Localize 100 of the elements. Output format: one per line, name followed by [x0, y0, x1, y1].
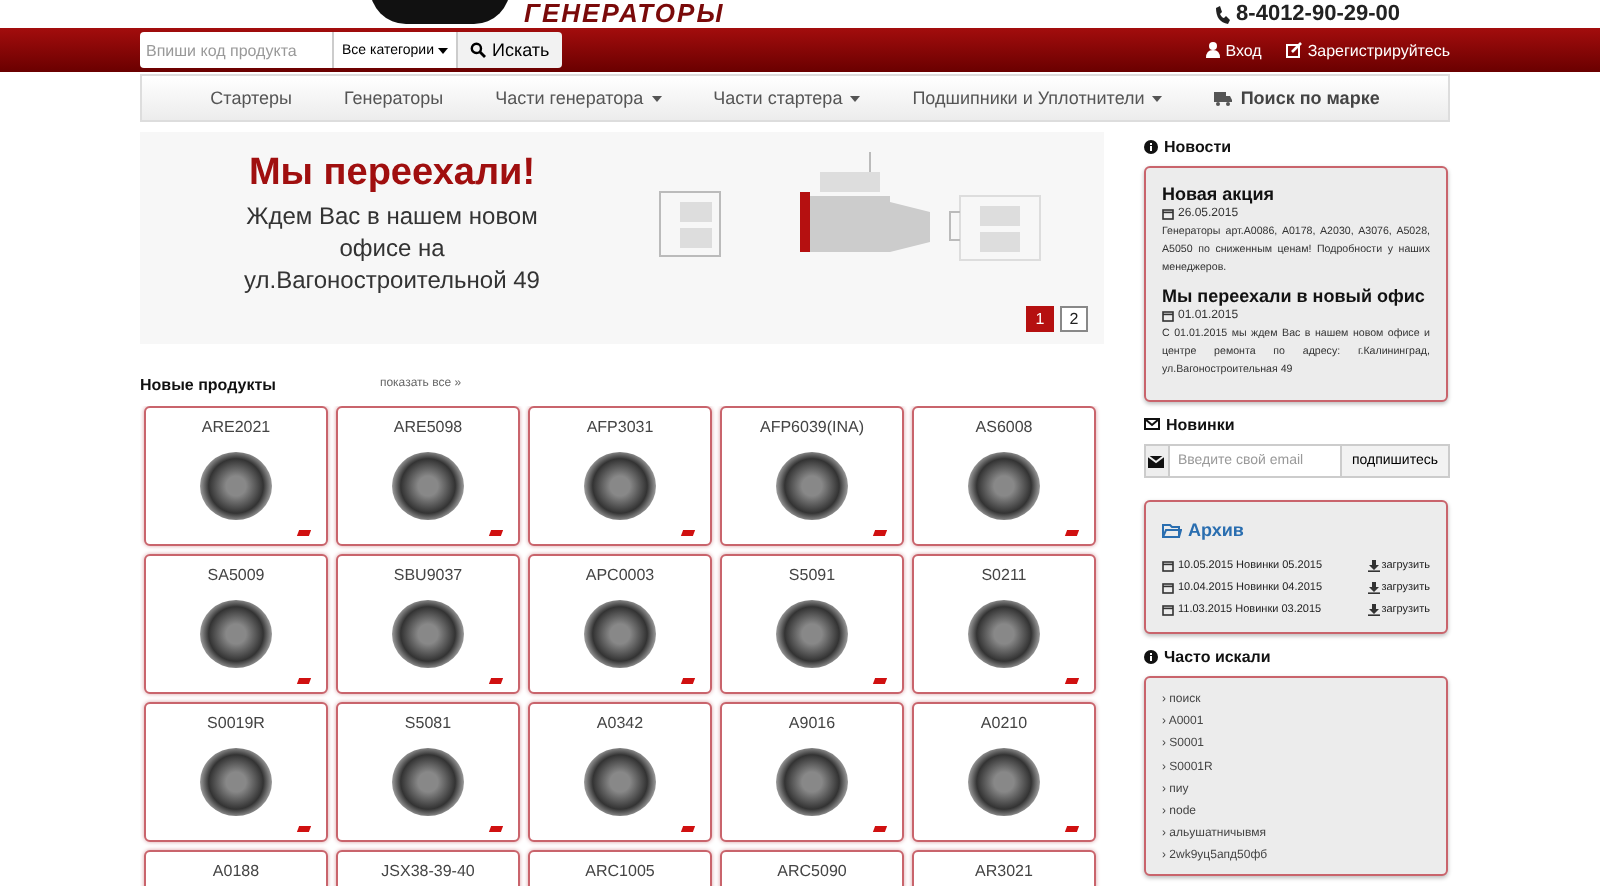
product-code: A0188 [212, 862, 260, 880]
download-icon [1367, 603, 1380, 615]
calendar-icon [1162, 208, 1174, 220]
archive-title: Архив [1188, 520, 1244, 540]
nav-link[interactable]: Стартеры [184, 88, 319, 108]
photo-placeholder [584, 748, 656, 816]
phone-number: 8-4012-90-29-00 [1236, 0, 1400, 28]
download-icon [1367, 581, 1380, 593]
product-code: S5081 [404, 714, 452, 732]
news-title: Мы переехали в новый офис [1162, 286, 1427, 306]
section-title: Новые продукты [140, 375, 276, 393]
product-code: A9016 [788, 714, 836, 732]
brand-logo-icon [296, 678, 312, 684]
user-icon [1205, 42, 1220, 58]
section-title: Часто искали [1164, 647, 1271, 665]
brand-logo-icon [1064, 678, 1080, 684]
photo-placeholder [968, 748, 1040, 816]
photo-placeholder [392, 748, 464, 816]
info-icon [1144, 139, 1158, 153]
download-icon [1367, 559, 1380, 571]
product-code: APC0003 [585, 566, 655, 584]
product-card[interactable]: A0188 [144, 850, 328, 886]
photo-placeholder [776, 452, 848, 520]
product-card[interactable]: S0019R [144, 702, 328, 842]
product-code: A0342 [596, 714, 644, 732]
product-card[interactable]: A0342 [528, 702, 712, 842]
brand-logo-icon [488, 678, 504, 684]
photo-placeholder [776, 748, 848, 816]
photo-placeholder [968, 600, 1040, 668]
photo-placeholder [584, 600, 656, 668]
brand-logo-icon [1064, 530, 1080, 536]
photo-placeholder [200, 452, 272, 520]
product-card[interactable]: AR3021 [912, 850, 1096, 886]
logo-text: ГЕНЕРАТОРЫ [524, 0, 725, 28]
nav-link[interactable]: Поиск по марке [1188, 88, 1406, 108]
photo-placeholder [200, 748, 272, 816]
product-code: AFP3031 [586, 418, 654, 436]
product-card[interactable]: SA5009 [144, 554, 328, 694]
section-title: Новости [1164, 137, 1232, 155]
section-title: Новинки [1166, 415, 1235, 433]
nav-link[interactable]: Генераторы [318, 88, 470, 108]
photo-placeholder [584, 452, 656, 520]
caret-icon [438, 47, 448, 53]
brand-logo-icon [680, 678, 696, 684]
edit-icon [1285, 42, 1302, 58]
product-card[interactable]: ARE2021 [144, 406, 328, 546]
register-link[interactable]: Зарегистрируйтесь [1285, 41, 1450, 59]
product-card[interactable]: S5091 [720, 554, 904, 694]
product-card[interactable]: ARC1005 [528, 850, 712, 886]
product-code: ARE5098 [393, 418, 463, 436]
photo-placeholder [392, 452, 464, 520]
brand-logo-icon [872, 678, 888, 684]
product-card[interactable]: JSX38-39-40 [336, 850, 520, 886]
product-code: SA5009 [207, 566, 265, 584]
nav-link[interactable]: Части стартера [687, 88, 887, 108]
nav-link[interactable]: Подшипники и Уплотнители [886, 88, 1189, 108]
search-button[interactable]: Искать [456, 32, 562, 68]
photo-placeholder [776, 600, 848, 668]
product-code: ARC5090 [777, 862, 847, 880]
product-card[interactable]: APC0003 [528, 554, 712, 694]
product-code: AR3021 [975, 862, 1033, 880]
banner-text: Ждем Вас в нашем новом офисе на ул.Вагоностроительной 49 [242, 200, 542, 296]
product-card[interactable]: A0210 [912, 702, 1096, 842]
product-card[interactable]: SBU9037 [336, 554, 520, 694]
info-icon [1144, 649, 1158, 663]
product-card[interactable]: AS6008 [912, 406, 1096, 546]
product-code: ARC1005 [585, 862, 655, 880]
banner-title: Мы переехали! [248, 152, 536, 196]
brand-logo-icon [680, 826, 696, 832]
product-code: AS6008 [975, 418, 1033, 436]
page-button[interactable]: 2 [1060, 306, 1088, 332]
product-card[interactable]: S5081 [336, 702, 520, 842]
product-code: S5091 [788, 566, 836, 584]
folder-icon [1162, 523, 1182, 537]
calendar-icon [1162, 581, 1174, 593]
search-field[interactable]: Впиши код продукта [140, 32, 332, 68]
product-card[interactable]: ARC5090 [720, 850, 904, 886]
brand-logo-icon [488, 530, 504, 536]
login-link[interactable]: Вход [1205, 41, 1262, 59]
product-code: S0211 [981, 566, 1027, 584]
brand-logo-icon [296, 826, 312, 832]
product-card[interactable]: AFP6039(INA) [720, 406, 904, 546]
photo-placeholder [968, 452, 1040, 520]
phone-icon [1214, 5, 1231, 23]
product-code: S0019R [207, 714, 265, 732]
product-card[interactable]: S0211 [912, 554, 1096, 694]
product-code: ARE2021 [201, 418, 271, 436]
product-card[interactable]: AFP3031 [528, 406, 712, 546]
page-button[interactable]: 1 [1026, 306, 1054, 332]
brand-logo-icon [680, 530, 696, 536]
photo-placeholder [392, 600, 464, 668]
product-code: AFP6039(INA) [759, 418, 865, 436]
nav-link[interactable]: Части генератора [469, 88, 688, 108]
product-code: SBU9037 [393, 566, 463, 584]
photo-placeholder [200, 600, 272, 668]
truck-icon [1214, 91, 1233, 105]
product-card[interactable]: ARE5098 [336, 406, 520, 546]
brand-logo-icon [296, 530, 312, 536]
brand-logo-icon [1064, 826, 1080, 832]
product-card[interactable]: A9016 [720, 702, 904, 842]
